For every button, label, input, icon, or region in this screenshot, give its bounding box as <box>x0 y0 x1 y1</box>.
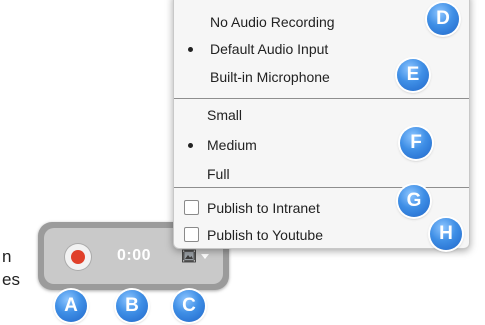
film-icon <box>182 249 196 263</box>
menu-item-size-small[interactable]: Small <box>174 103 469 129</box>
record-icon <box>71 250 85 264</box>
clipped-text-line-1: n <box>2 247 12 266</box>
options-menu-button[interactable] <box>178 246 214 268</box>
callout-badge-b: B <box>116 290 148 322</box>
selected-bullet-icon <box>188 143 193 148</box>
callout-badge-f: F <box>400 127 432 159</box>
callout-badge-c: C <box>173 290 205 322</box>
clipped-text-line-2: es <box>2 270 20 289</box>
selected-bullet-icon <box>188 47 193 52</box>
record-button[interactable] <box>65 244 91 270</box>
callout-badge-g: G <box>398 185 430 217</box>
publish-intranet-checkbox[interactable] <box>184 200 199 215</box>
callout-badge-h: H <box>430 218 462 250</box>
publish-youtube-checkbox[interactable] <box>184 227 199 242</box>
screenshot-stage: n es 0:00 A B C No Audio Recording Defau… <box>0 0 485 325</box>
chevron-down-icon <box>201 254 209 259</box>
menu-item-publish-youtube[interactable]: Publish to Youtube <box>174 223 469 249</box>
callout-badge-e: E <box>397 59 429 91</box>
recording-timer: 0:00 <box>117 247 152 264</box>
menu-item-no-audio[interactable]: No Audio Recording <box>174 10 469 36</box>
callout-badge-a: A <box>55 290 87 322</box>
menu-separator <box>174 98 469 99</box>
callout-badge-d: D <box>427 3 459 35</box>
